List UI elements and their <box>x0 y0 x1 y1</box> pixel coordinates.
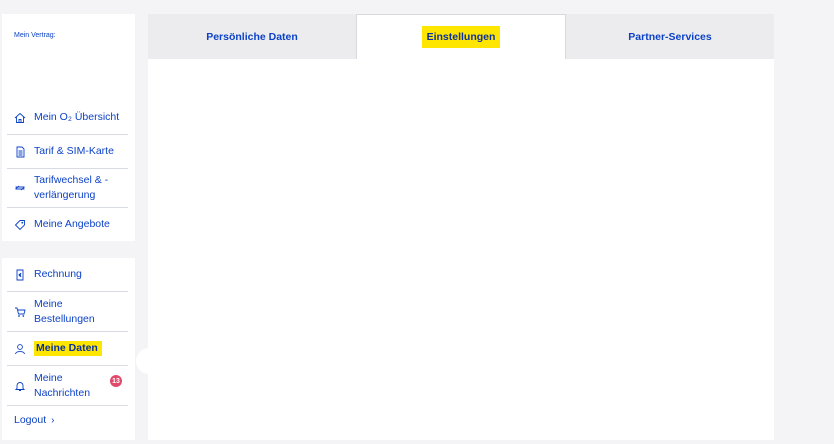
invoice-icon <box>13 268 27 282</box>
sidebar-item-overview[interactable]: Mein O₂ Übersicht <box>7 101 128 135</box>
tab-personal-data[interactable]: Persönliche Daten <box>148 14 356 59</box>
sim-card-icon <box>13 145 27 159</box>
sidebar-item-label: Mein O₂ Übersicht <box>34 111 120 123</box>
sidebar-item-label: Meine Bestellungen <box>34 297 95 325</box>
tab-label: Persönliche Daten <box>206 30 298 43</box>
sidebar-item-tariff-change[interactable]: Tarifwechsel & -verlängerung <box>7 169 128 208</box>
swap-arrows-icon <box>13 181 27 195</box>
home-icon <box>13 111 27 125</box>
sidebar-item-label: Tarif & SIM-Karte <box>34 145 114 157</box>
logout-label: Logout <box>14 414 47 426</box>
contract-card: Mein Vertrag: <box>2 14 135 101</box>
user-icon <box>13 342 27 356</box>
sidebar: Mein Vertrag: Mein O₂ Übersicht Tarif & … <box>0 0 140 444</box>
main-content: Persönliche Daten Einstellungen Partner-… <box>148 14 774 440</box>
sidebar-item-label: Meine Angebote <box>34 218 110 230</box>
sidebar-item-label: Meine Nachrichten <box>34 371 91 399</box>
notification-badge: 13 <box>110 375 122 387</box>
tab-label: Einstellungen <box>421 26 501 48</box>
sidebar-item-label: Rechnung <box>34 268 82 280</box>
contract-label: Mein Vertrag: <box>14 32 56 39</box>
sidebar-item-orders[interactable]: Meine Bestellungen <box>7 292 128 332</box>
sidebar-item-tariff-sim[interactable]: Tarif & SIM-Karte <box>7 135 128 169</box>
sidebar-item-messages[interactable]: Meine Nachrichten 13 <box>7 366 128 406</box>
bell-icon <box>13 379 27 393</box>
cart-icon <box>13 305 27 319</box>
tab-partner-services[interactable]: Partner-Services <box>566 14 774 59</box>
sidebar-item-label: Tarifwechsel & -verlängerung <box>34 174 109 201</box>
logout-link[interactable]: Logout › <box>14 414 54 426</box>
sidebar-item-offers[interactable]: Meine Angebote <box>7 208 128 241</box>
sidebar-item-label: Meine Daten <box>34 341 102 356</box>
tab-bar: Persönliche Daten Einstellungen Partner-… <box>148 14 774 59</box>
sidebar-item-my-data[interactable]: Meine Daten <box>7 332 128 366</box>
tab-label: Partner-Services <box>628 30 712 43</box>
chevron-right-icon: › <box>51 414 55 426</box>
tab-settings[interactable]: Einstellungen <box>356 14 566 59</box>
sidebar-item-invoice[interactable]: Rechnung <box>7 258 128 292</box>
tag-icon <box>13 218 27 232</box>
